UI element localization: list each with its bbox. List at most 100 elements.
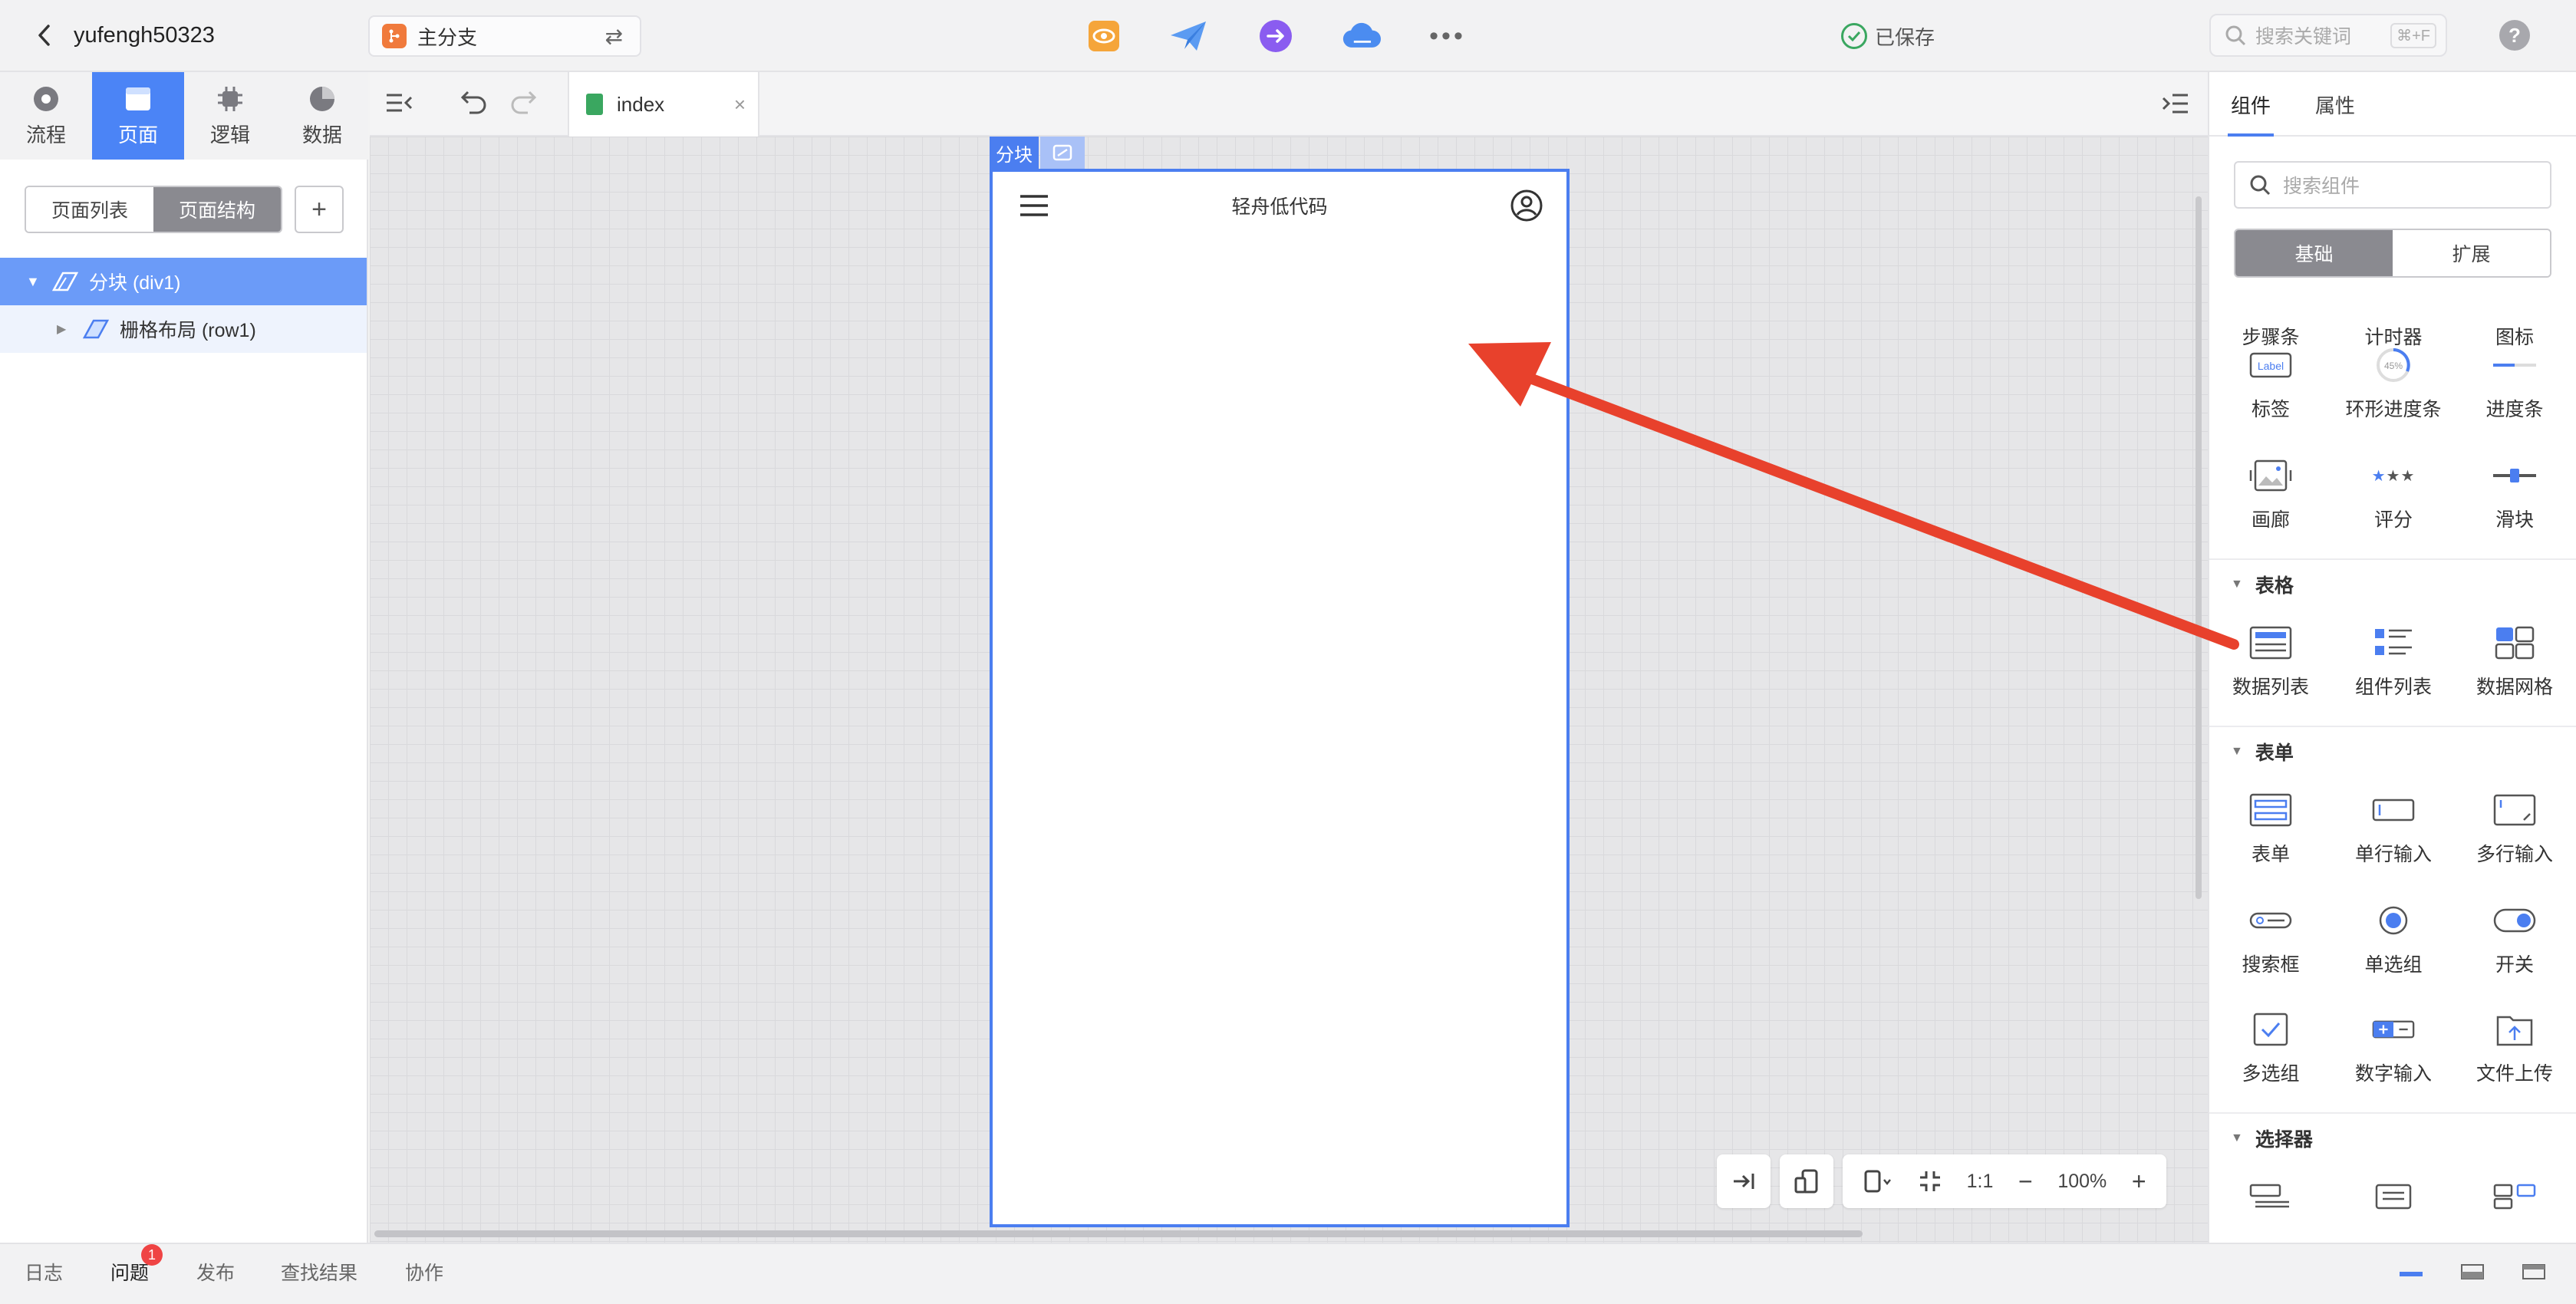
fit-screen-icon[interactable] bbox=[1919, 1170, 1942, 1193]
nav-page-label: 页面 bbox=[117, 123, 158, 147]
undo-icon[interactable] bbox=[460, 89, 488, 115]
left-nav: 流程 页面 逻辑 数据 bbox=[0, 72, 368, 160]
nav-page[interactable]: 页面 bbox=[92, 72, 184, 160]
fit-right-button[interactable] bbox=[1717, 1154, 1771, 1208]
component-gallery[interactable]: 画廊 bbox=[2209, 448, 2332, 540]
tab-find-results[interactable]: 查找结果 bbox=[281, 1258, 357, 1286]
project-name[interactable]: yufengh50323 bbox=[74, 20, 215, 51]
tree-node-div1[interactable]: ▼ 分块 (div1) bbox=[0, 258, 367, 305]
horizontal-scrollbar[interactable] bbox=[374, 1230, 1863, 1237]
layout-bottom-icon[interactable] bbox=[2400, 1267, 2423, 1278]
nav-logic-label: 逻辑 bbox=[209, 123, 250, 147]
tab-index-label: index bbox=[617, 92, 665, 116]
tab-components[interactable]: 组件 bbox=[2227, 72, 2275, 137]
tab-issues[interactable]: 问题 bbox=[110, 1258, 149, 1286]
component-data-list[interactable]: 数据列表 bbox=[2209, 615, 2332, 707]
global-search[interactable]: 搜索关键词 ⌘+F bbox=[2209, 14, 2447, 57]
component-label: 评分 bbox=[2373, 509, 2413, 531]
component-form[interactable]: 表单 bbox=[2209, 782, 2332, 874]
component-ring-progress[interactable]: 45% 环形进度条 bbox=[2332, 338, 2455, 430]
menu-icon[interactable] bbox=[1019, 193, 1049, 218]
block-options-icon[interactable] bbox=[1040, 137, 1085, 169]
caret-down-icon[interactable]: ▼ bbox=[26, 274, 41, 290]
collapse-right-icon[interactable] bbox=[2162, 92, 2189, 115]
section-form[interactable]: ▼ 表单 bbox=[2209, 735, 2576, 769]
tab-collaborate[interactable]: 协作 bbox=[405, 1258, 443, 1286]
section-table[interactable]: ▼ 表格 bbox=[2209, 568, 2576, 601]
search-shortcut: ⌘+F bbox=[2390, 22, 2436, 48]
tab-publish[interactable]: 发布 bbox=[196, 1258, 235, 1286]
progress-icon bbox=[2493, 350, 2536, 380]
nav-logic[interactable]: 逻辑 bbox=[184, 72, 276, 160]
zoom-in-button[interactable]: + bbox=[2132, 1167, 2146, 1196]
component-picker[interactable] bbox=[2332, 1169, 2455, 1243]
slider-icon bbox=[2493, 460, 2536, 491]
component-data-grid[interactable]: 数据网格 bbox=[2453, 615, 2576, 707]
component-upload[interactable]: 文件上传 bbox=[2453, 1002, 2576, 1094]
help-icon[interactable]: ? bbox=[2499, 20, 2530, 51]
zoom-out-button[interactable]: − bbox=[2018, 1167, 2033, 1196]
issues-badge: 1 bbox=[141, 1244, 163, 1266]
component-textarea[interactable]: 多行输入 bbox=[2453, 782, 2576, 874]
nav-data[interactable]: 数据 bbox=[276, 72, 368, 160]
redo-icon[interactable] bbox=[509, 89, 537, 115]
mode-extend[interactable]: 扩展 bbox=[2393, 230, 2550, 276]
collapse-left-icon[interactable] bbox=[385, 91, 413, 115]
tab-log[interactable]: 日志 bbox=[25, 1258, 63, 1286]
nav-flow[interactable]: 流程 bbox=[0, 72, 92, 160]
actual-size-button[interactable]: 1:1 bbox=[1967, 1171, 1994, 1193]
switch-icon bbox=[2493, 905, 2536, 936]
bottom-bar bbox=[0, 1243, 2576, 1304]
section-selector[interactable]: ▼ 选择器 bbox=[2209, 1121, 2576, 1155]
preview-button[interactable] bbox=[1085, 17, 1123, 55]
component-rating[interactable]: ★ ★★ 评分 bbox=[2332, 448, 2455, 540]
component-switch[interactable]: 开关 bbox=[2453, 893, 2576, 985]
component-input[interactable]: 单行输入 bbox=[2332, 782, 2455, 874]
page-list-tab[interactable]: 页面列表 bbox=[26, 187, 153, 232]
component-label: 画廊 bbox=[2251, 509, 2290, 531]
navigate-button[interactable] bbox=[1257, 17, 1295, 55]
component-select[interactable] bbox=[2209, 1169, 2332, 1243]
user-icon[interactable] bbox=[1510, 189, 1543, 222]
component-progress[interactable]: 进度条 bbox=[2453, 338, 2576, 430]
divider bbox=[2209, 726, 2576, 727]
component-search[interactable]: 搜索组件 bbox=[2234, 161, 2551, 209]
component-checkbox[interactable]: 多选组 bbox=[2209, 1002, 2332, 1094]
phone-device-icon[interactable] bbox=[1863, 1169, 1893, 1194]
deploy-button[interactable] bbox=[1342, 17, 1381, 55]
zoom-toolbar: 1:1 − 100% + bbox=[1717, 1154, 2166, 1208]
add-page-button[interactable]: + bbox=[295, 186, 344, 233]
layout-half-icon[interactable] bbox=[2461, 1264, 2484, 1279]
vertical-scrollbar[interactable] bbox=[2196, 196, 2202, 899]
mode-basic[interactable]: 基础 bbox=[2235, 230, 2393, 276]
more-icon[interactable]: ••• bbox=[1428, 17, 1467, 55]
component-component-list[interactable]: 组件列表 bbox=[2332, 615, 2455, 707]
page-structure-tab[interactable]: 页面结构 bbox=[153, 187, 281, 232]
zoom-controls: 1:1 − 100% + bbox=[1843, 1154, 2166, 1208]
tree-node-row1[interactable]: ▶ 栅格布局 (row1) bbox=[0, 305, 367, 353]
tab-properties[interactable]: 属性 bbox=[2315, 72, 2355, 137]
component-label-widget[interactable]: Label 标签 bbox=[2209, 338, 2332, 430]
component-radio[interactable]: 单选组 bbox=[2332, 893, 2455, 985]
device-rotate-button[interactable] bbox=[1780, 1154, 1833, 1208]
back-button[interactable] bbox=[29, 20, 60, 51]
tab-index[interactable]: index × bbox=[568, 72, 759, 137]
phone-frame[interactable] bbox=[990, 169, 1570, 1227]
branch-selector[interactable]: 主分支 ⇄ bbox=[368, 15, 641, 57]
branch-icon bbox=[382, 24, 407, 48]
cascader-icon bbox=[2493, 1181, 2536, 1212]
divider bbox=[2209, 558, 2576, 560]
selected-block-tag[interactable]: 分块 bbox=[990, 137, 1039, 169]
component-label: 进度条 bbox=[2485, 399, 2544, 420]
component-cascader[interactable] bbox=[2453, 1169, 2576, 1243]
radio-icon bbox=[2372, 905, 2415, 936]
component-number-input[interactable]: 数字输入 bbox=[2332, 1002, 2455, 1094]
component-label: 滑块 bbox=[2495, 509, 2534, 531]
close-icon[interactable]: × bbox=[734, 93, 746, 117]
layout-full-icon[interactable] bbox=[2522, 1264, 2545, 1279]
component-slider[interactable]: 滑块 bbox=[2453, 448, 2576, 540]
component-searchbox[interactable]: 搜索框 bbox=[2209, 893, 2332, 985]
publish-button[interactable] bbox=[1169, 17, 1207, 55]
page-icon bbox=[124, 84, 153, 114]
caret-right-icon[interactable]: ▶ bbox=[57, 321, 72, 337]
